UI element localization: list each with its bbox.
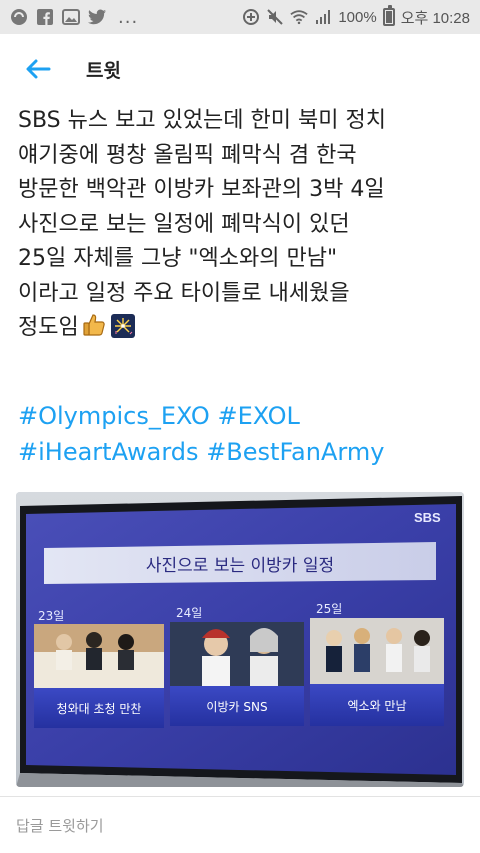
panel-photo-sns (170, 622, 304, 686)
panel-caption: 청와대 초청 만찬 (57, 701, 142, 716)
panel-date: 25일 (316, 602, 342, 616)
panel-date: 24일 (176, 606, 202, 620)
data-saver-icon (242, 8, 260, 26)
page-title: 트윗 (86, 59, 121, 82)
hashtag-link[interactable]: #BestFanArmy (206, 438, 384, 466)
clock: 오후 10:28 (400, 9, 470, 27)
tweet-text-line: 얘기중에 평창 올림픽 폐막식 겸 한국 (18, 142, 357, 168)
reply-placeholder: 답글 트윗하기 (16, 816, 104, 835)
tweet-photo[interactable]: SBS 사진으로 보는 이방카 일정 23일 청와대 초청 만찬 24일 이방카… (16, 492, 464, 787)
back-button[interactable] (8, 39, 68, 99)
hashtag-link[interactable]: #EXOL (217, 402, 299, 430)
tweet-text-line: 정도임 (18, 315, 79, 340)
tweet-text-line: 이라고 일정 주요 타이틀로 내세웠을 (18, 280, 350, 306)
tweet-text: SBS 뉴스 보고 있었는데 한미 북미 정치 얘기중에 평창 올림픽 폐막식 … (18, 104, 468, 346)
tweet-text-line: 사진으로 보는 일정에 폐막식이 있던 (18, 211, 350, 237)
app-notification-icon (10, 8, 28, 26)
status-bar: ... 100% 오후 10:28 (0, 0, 480, 34)
facebook-icon (36, 8, 54, 26)
panel-caption: 이방카 SNS (206, 700, 267, 714)
notification-icons: ... (10, 7, 138, 28)
hashtag-link[interactable]: #Olympics_EXO (18, 402, 210, 430)
arrow-left-icon (26, 59, 51, 79)
tweet-hashtags: #Olympics_EXO #EXOL #iHeartAwards #BestF… (18, 398, 468, 470)
broadcaster-logo: SBS (414, 510, 441, 525)
tv-screen-photo: SBS 사진으로 보는 이방카 일정 23일 청와대 초청 만찬 24일 이방카… (16, 492, 464, 787)
tweet-text-line: 방문한 백악관 이방카 보좌관의 3박 4일 (18, 177, 385, 202)
more-notifications-indicator: ... (118, 6, 139, 28)
thumbs-up-icon (83, 314, 105, 336)
system-status: 100% 오후 10:28 (242, 5, 470, 28)
wifi-icon (290, 8, 308, 26)
twitter-icon (88, 8, 106, 26)
reply-input[interactable]: 답글 트윗하기 (0, 797, 480, 853)
gallery-icon (62, 8, 80, 26)
tweet-text-line: 25일 자체를 그냥 "엑소와의 만남" (18, 246, 338, 271)
battery-icon (382, 5, 395, 26)
app-bar: 트윗 (0, 34, 480, 104)
fireworks-icon (110, 314, 135, 338)
tweet-text-line: SBS 뉴스 보고 있었는데 한미 북미 정치 (18, 108, 386, 133)
panel-date: 23일 (38, 609, 64, 623)
mute-icon (266, 8, 284, 26)
panel-caption: 엑소와 만남 (347, 699, 406, 713)
hashtag-link[interactable]: #iHeartAwards (18, 438, 199, 466)
photo-title: 사진으로 보는 이방카 일정 (146, 556, 334, 576)
battery-percent: 100% (338, 8, 377, 26)
signal-icon (314, 8, 332, 26)
tweet-text-last-line: 정도임 (18, 311, 468, 346)
